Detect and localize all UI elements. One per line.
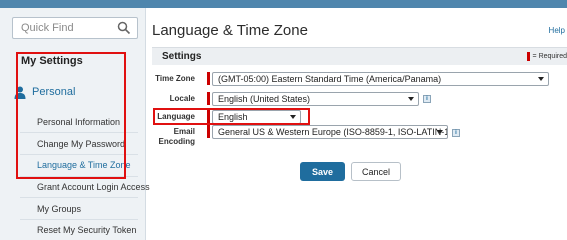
time-zone-label: Time Zone xyxy=(155,74,195,83)
divider xyxy=(20,154,138,155)
chevron-down-icon xyxy=(408,97,414,101)
sidebar-item-personal-information[interactable]: Personal Information xyxy=(37,117,120,127)
chevron-down-icon xyxy=(290,115,296,119)
sidebar-item-my-groups[interactable]: My Groups xyxy=(37,204,81,214)
required-marker-icon xyxy=(526,52,530,61)
required-legend: = Required xyxy=(526,52,567,61)
required-legend-text: = Required xyxy=(532,53,567,60)
locale-value: English (United States) xyxy=(218,94,311,104)
email-encoding-value: General US & Western Europe (ISO-8859-1,… xyxy=(218,127,448,137)
sidebar-item-grant-login-access[interactable]: Grant Account Login Access xyxy=(37,182,150,192)
language-value: English xyxy=(218,112,248,122)
chevron-down-icon xyxy=(437,130,443,134)
save-button[interactable]: Save xyxy=(300,162,345,181)
my-settings-title: My Settings xyxy=(21,55,83,67)
locale-info-icon[interactable]: i xyxy=(423,95,431,103)
email-encoding-select[interactable]: General US & Western Europe (ISO-8859-1,… xyxy=(212,125,448,139)
divider xyxy=(20,176,138,177)
settings-section-header: Settings = Required xyxy=(152,47,567,65)
required-marker xyxy=(207,92,210,105)
sidebar-item-reset-security-token[interactable]: Reset My Security Token xyxy=(37,225,136,235)
help-link[interactable]: Help xyxy=(549,26,565,35)
quick-find-input[interactable] xyxy=(13,18,113,38)
sidebar-item-change-password[interactable]: Change My Password xyxy=(37,139,125,149)
time-zone-select[interactable]: (GMT-05:00) Eastern Standard Time (Ameri… xyxy=(212,72,549,86)
sidebar-item-personal-label: Personal xyxy=(32,86,76,98)
chevron-down-icon xyxy=(538,77,544,81)
divider xyxy=(20,197,138,198)
quick-find-box[interactable] xyxy=(12,17,138,39)
language-select[interactable]: English xyxy=(212,110,301,124)
sidebar-item-language-time-zone[interactable]: Language & Time Zone xyxy=(37,160,131,170)
sidebar-item-personal[interactable]: Personal xyxy=(14,84,75,100)
divider xyxy=(20,219,138,220)
divider xyxy=(20,132,138,133)
user-icon xyxy=(14,86,26,99)
required-marker xyxy=(207,125,210,138)
settings-header-title: Settings xyxy=(162,51,202,62)
locale-label: Locale xyxy=(169,94,195,103)
top-band xyxy=(0,0,567,8)
email-encoding-label-line2: Encoding xyxy=(158,137,195,146)
required-marker xyxy=(207,110,210,123)
page-title: Language & Time Zone xyxy=(152,22,308,39)
email-encoding-label-line1: Email xyxy=(173,127,195,136)
search-icon[interactable] xyxy=(117,21,131,35)
language-label: Language xyxy=(157,112,195,121)
email-encoding-info-icon[interactable]: i xyxy=(452,129,460,137)
required-marker xyxy=(207,72,210,85)
cancel-button[interactable]: Cancel xyxy=(351,162,401,181)
locale-select[interactable]: English (United States) xyxy=(212,92,419,106)
time-zone-value: (GMT-05:00) Eastern Standard Time (Ameri… xyxy=(218,74,442,84)
email-encoding-label: Email Encoding xyxy=(155,127,195,147)
